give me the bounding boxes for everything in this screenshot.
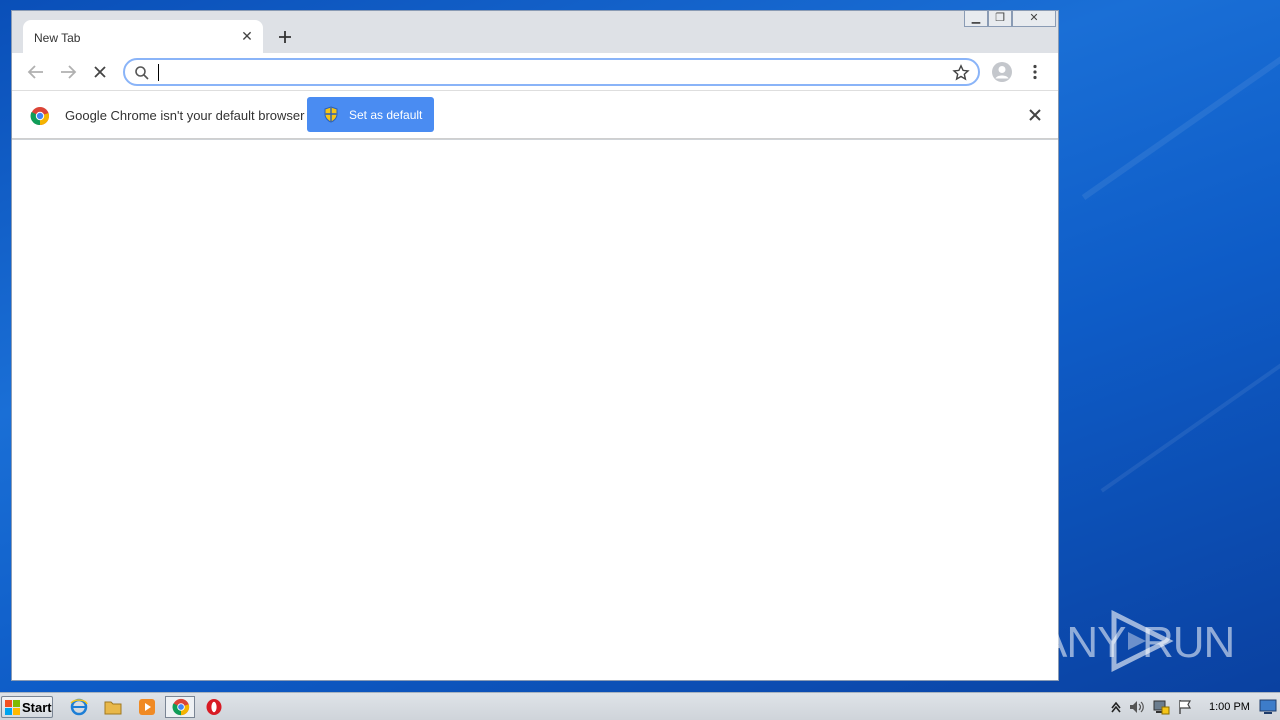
action-center-flag-icon (1179, 700, 1192, 714)
profile-button[interactable] (990, 60, 1014, 84)
media-player-icon (139, 699, 155, 715)
volume-icon (1130, 701, 1144, 713)
search-icon (135, 66, 149, 80)
stop-icon (94, 66, 106, 78)
back-button[interactable] (24, 60, 48, 84)
opera-icon (206, 699, 222, 715)
restore-icon: ❐ (995, 12, 1005, 24)
avatar-icon (992, 62, 1012, 82)
text-caret (158, 64, 159, 81)
taskbar: Start 1:00 PM (0, 692, 1280, 720)
set-as-default-label: Set as default (349, 108, 423, 122)
arrow-right-icon (61, 65, 77, 79)
tab-strip: New Tab ✕ ▁ ❐ ✕ (12, 11, 1058, 54)
forward-button[interactable] (56, 60, 80, 84)
start-button[interactable]: Start (1, 696, 53, 718)
network-icon (1153, 700, 1170, 715)
star-icon[interactable] (952, 64, 970, 82)
set-as-default-button[interactable]: Set as default (307, 97, 434, 132)
chrome-icon (172, 698, 190, 716)
stop-button[interactable] (88, 60, 112, 84)
show-hidden-icons-button[interactable] (1107, 698, 1125, 716)
tab-new-tab[interactable]: New Tab ✕ (23, 20, 263, 54)
uac-shield-icon (324, 106, 338, 123)
file-explorer-icon (104, 701, 122, 715)
taskbar-media-player[interactable] (132, 696, 162, 718)
monitor-icon (1259, 699, 1277, 714)
watermark-text-right: RUN (1142, 618, 1235, 667)
taskbar-file-explorer[interactable] (98, 696, 128, 718)
taskbar-opera[interactable] (199, 696, 229, 718)
taskbar-clock[interactable]: 1:00 PM (1209, 701, 1250, 713)
new-tab-button[interactable] (274, 26, 296, 48)
desktop-light-streak (1081, 45, 1280, 201)
plus-icon (279, 31, 291, 43)
taskbar-internet-explorer[interactable] (64, 696, 94, 718)
arrow-left-icon (27, 65, 43, 79)
chrome-menu-button[interactable] (1023, 60, 1047, 84)
close-icon: ✕ (1029, 12, 1039, 24)
address-bar[interactable] (123, 58, 980, 86)
infobar-close-button[interactable] (1026, 106, 1044, 124)
address-input[interactable] (155, 63, 945, 81)
default-browser-infobar: Google Chrome isn't your default browser… (12, 91, 1058, 139)
chrome-logo-icon (30, 107, 50, 126)
volume-button[interactable] (1128, 698, 1146, 716)
start-label: Start (22, 700, 52, 715)
minimize-button[interactable]: ▁ (964, 11, 988, 27)
desktop-light-streak (1100, 351, 1280, 493)
network-button[interactable] (1152, 698, 1170, 716)
chrome-window: New Tab ✕ ▁ ❐ ✕ Google Chrome isn't your… (11, 10, 1059, 681)
browser-toolbar (12, 53, 1058, 91)
show-desktop-button[interactable] (1256, 693, 1280, 720)
window-close-button[interactable]: ✕ (1012, 11, 1056, 27)
restore-button[interactable]: ❐ (988, 11, 1012, 27)
action-center-button[interactable] (1176, 698, 1194, 716)
tab-title: New Tab (34, 31, 81, 45)
internet-explorer-icon (70, 698, 88, 716)
kebab-menu-icon (1033, 64, 1037, 80)
show-hidden-icons-icon (1111, 701, 1121, 713)
minimize-icon: ▁ (971, 12, 981, 24)
close-icon (1029, 109, 1041, 121)
taskbar-chrome[interactable] (165, 696, 195, 718)
windows-logo-icon (5, 700, 20, 715)
infobar-message: Google Chrome isn't your default browser (65, 108, 305, 123)
page-content[interactable] (12, 140, 1058, 680)
tab-close-icon[interactable]: ✕ (239, 28, 255, 44)
